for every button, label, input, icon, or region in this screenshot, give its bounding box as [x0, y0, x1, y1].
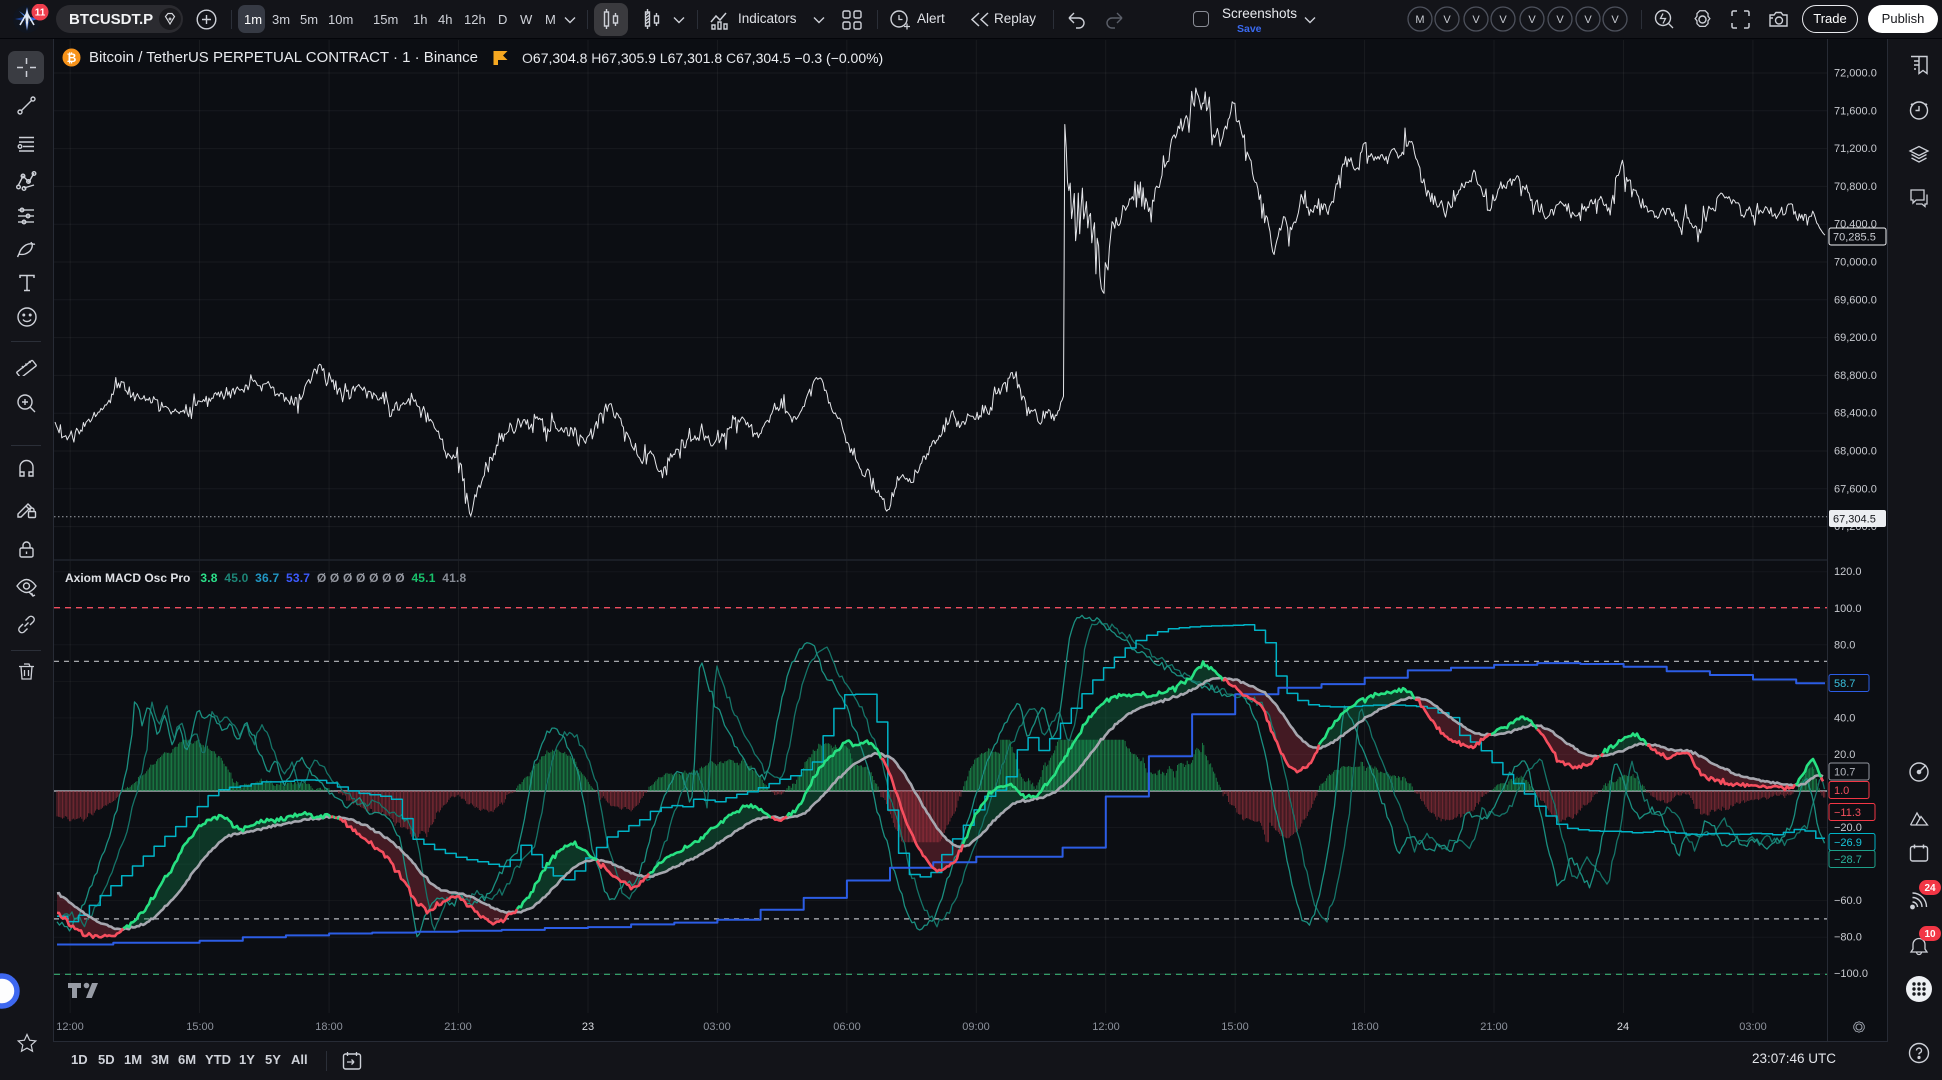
svg-text:67,600.0: 67,600.0 — [1834, 483, 1877, 495]
svg-text:24: 24 — [1617, 1021, 1629, 1033]
svg-text:18:00: 18:00 — [315, 1021, 343, 1033]
svg-text:69,600.0: 69,600.0 — [1834, 294, 1877, 306]
svg-text:V: V — [1443, 14, 1451, 26]
svg-text:80.0: 80.0 — [1834, 639, 1855, 651]
svg-text:70,285.5: 70,285.5 — [1833, 232, 1876, 244]
svg-text:21:00: 21:00 — [1480, 1021, 1508, 1033]
svg-text:−60.0: −60.0 — [1834, 895, 1862, 907]
svg-text:06:00: 06:00 — [833, 1021, 861, 1033]
svg-text:15:00: 15:00 — [1221, 1021, 1249, 1033]
svg-text:1.0: 1.0 — [1834, 785, 1849, 797]
svg-text:10.7: 10.7 — [1834, 767, 1855, 779]
svg-text:09:00: 09:00 — [962, 1021, 990, 1033]
svg-text:₿: ₿ — [67, 51, 77, 65]
svg-text:58.7: 58.7 — [1834, 678, 1855, 690]
svg-text:71,200.0: 71,200.0 — [1834, 143, 1877, 155]
svg-text:15:00: 15:00 — [186, 1021, 214, 1033]
svg-text:11: 11 — [35, 8, 46, 19]
svg-text:24: 24 — [1924, 883, 1936, 894]
svg-text:V: V — [1556, 14, 1564, 26]
svg-text:23: 23 — [582, 1021, 594, 1033]
svg-text:V: V — [1472, 14, 1480, 26]
svg-text:−28.7: −28.7 — [1834, 854, 1862, 866]
svg-text:12:00: 12:00 — [1092, 1021, 1120, 1033]
svg-text:40.0: 40.0 — [1834, 712, 1855, 724]
svg-text:V: V — [1528, 14, 1536, 26]
svg-text:71,600.0: 71,600.0 — [1834, 105, 1877, 117]
svg-text:10: 10 — [1924, 929, 1936, 940]
svg-text:72,000.0: 72,000.0 — [1834, 68, 1877, 80]
svg-text:18:00: 18:00 — [1351, 1021, 1379, 1033]
svg-text:70,800.0: 70,800.0 — [1834, 181, 1877, 193]
svg-text:V: V — [1499, 14, 1507, 26]
svg-text:67,304.5: 67,304.5 — [1833, 514, 1876, 526]
svg-text:100.0: 100.0 — [1834, 603, 1862, 615]
svg-text:68,400.0: 68,400.0 — [1834, 408, 1877, 420]
svg-text:21:00: 21:00 — [444, 1021, 472, 1033]
svg-text:120.0: 120.0 — [1834, 566, 1862, 578]
svg-text:−20.0: −20.0 — [1834, 822, 1862, 834]
svg-text:−80.0: −80.0 — [1834, 932, 1862, 944]
svg-text:V: V — [1584, 14, 1592, 26]
svg-text:03:00: 03:00 — [1739, 1021, 1767, 1033]
svg-text:68,000.0: 68,000.0 — [1834, 446, 1877, 458]
svg-text:68,800.0: 68,800.0 — [1834, 370, 1877, 382]
svg-text:−26.9: −26.9 — [1834, 837, 1862, 849]
svg-text:−100.0: −100.0 — [1834, 968, 1868, 980]
svg-text:20.0: 20.0 — [1834, 749, 1855, 761]
svg-text:70,000.0: 70,000.0 — [1834, 257, 1877, 269]
svg-text:69,200.0: 69,200.0 — [1834, 332, 1877, 344]
svg-text:−11.3: −11.3 — [1834, 807, 1861, 819]
svg-text:V: V — [1611, 14, 1619, 26]
svg-text:12:00: 12:00 — [56, 1021, 84, 1033]
svg-text:03:00: 03:00 — [703, 1021, 731, 1033]
svg-text:M: M — [1415, 14, 1424, 26]
